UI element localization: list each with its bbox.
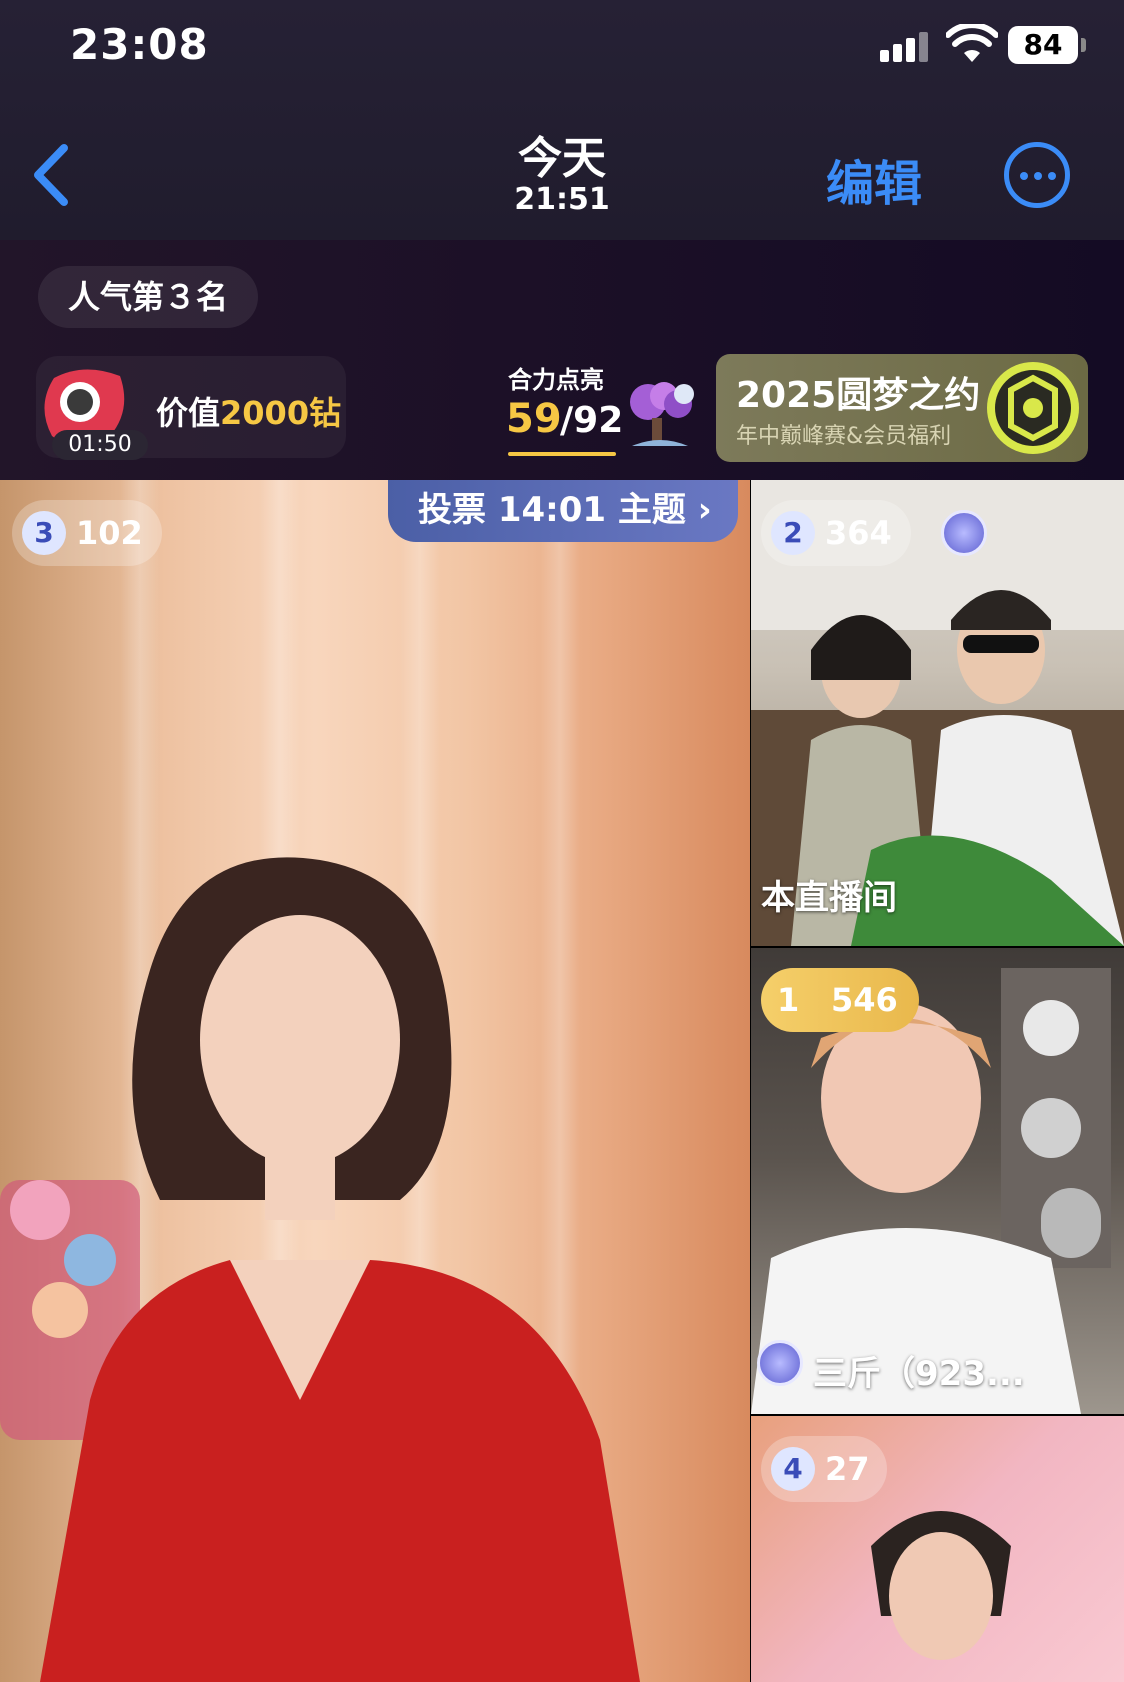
- flower-tree-icon: [630, 382, 694, 446]
- shield-icon: [941, 510, 987, 556]
- singer-figure: [0, 857, 640, 1682]
- screen: 23:08 84 今天 21:51 编辑 人气第３名 01:50 价值2000钻…: [0, 0, 1124, 1682]
- rank-count: 364: [825, 514, 892, 552]
- popularity-rank-badge[interactable]: 人气第３名: [38, 266, 259, 328]
- side-2-label: 三斤（923...: [813, 1354, 1025, 1394]
- gift-timer: 01:50: [52, 430, 148, 460]
- rank-number: 3: [22, 511, 66, 555]
- side-stream-3[interactable]: 4 27: [751, 1416, 1124, 1682]
- side-3-rank-badge: 4 27: [761, 1436, 887, 1502]
- rank-count: 27: [825, 1450, 870, 1488]
- gift-reward-box[interactable]: 01:50 价值2000钻: [36, 356, 346, 460]
- more-button[interactable]: [1004, 142, 1070, 208]
- rank-count: 546: [831, 981, 898, 1019]
- main-stream-video[interactable]: 投票 14:01 主题 › 3 102: [0, 480, 750, 1682]
- wifi-icon: [946, 24, 998, 62]
- top-bar: 23:08 84 今天 21:51 编辑: [0, 0, 1124, 240]
- side-2-crown-badge: 1 546: [761, 968, 919, 1032]
- side-stream-2[interactable]: 1 546 三斤（923...: [751, 948, 1124, 1414]
- nav-subtitle: 21:51: [514, 182, 610, 217]
- shield-icon: [757, 1340, 803, 1386]
- promo-banner[interactable]: 2025圆梦之约 年中巅峰赛&会员福利: [716, 354, 1088, 462]
- promo-title: 2025圆梦之约: [736, 375, 981, 416]
- light-up-progress[interactable]: 合力点亮 59 /92: [494, 356, 702, 458]
- light-up-bar: [508, 452, 616, 456]
- light-up-title: 合力点亮: [508, 366, 604, 394]
- light-up-total: /92: [560, 400, 624, 441]
- vote-topic-tab[interactable]: 投票 14:01 主题 ›: [388, 480, 738, 542]
- status-time: 23:08: [70, 20, 209, 69]
- nav-title: 今天: [518, 133, 606, 184]
- light-up-current: 59: [506, 396, 562, 442]
- side-1-label: 本直播间: [761, 878, 897, 918]
- emblem-icon: [987, 362, 1079, 454]
- rank-number: 4: [771, 1447, 815, 1491]
- signal-icon: [880, 30, 928, 62]
- rank-count: 102: [76, 514, 143, 552]
- side-1-rank-badge: 2 364: [761, 500, 911, 566]
- edit-button[interactable]: 编辑: [826, 144, 922, 214]
- gift-amount: 2000钻: [220, 394, 342, 432]
- live-header: 人气第３名 01:50 价值2000钻 合力点亮 59 /92 2025圆梦之约…: [0, 240, 1124, 480]
- gift-value-label: 价值2000钻: [156, 388, 341, 434]
- battery-icon: 84: [1008, 26, 1086, 64]
- rank-number: 1: [777, 981, 800, 1019]
- rank-number: 2: [771, 511, 815, 555]
- gift-prefix: 价值: [156, 394, 221, 432]
- side-stream-1[interactable]: 2 364 本直播间: [751, 480, 1124, 946]
- promo-subtitle: 年中巅峰赛&会员福利: [736, 424, 952, 449]
- main-stream-rank-badge: 3 102: [12, 500, 162, 566]
